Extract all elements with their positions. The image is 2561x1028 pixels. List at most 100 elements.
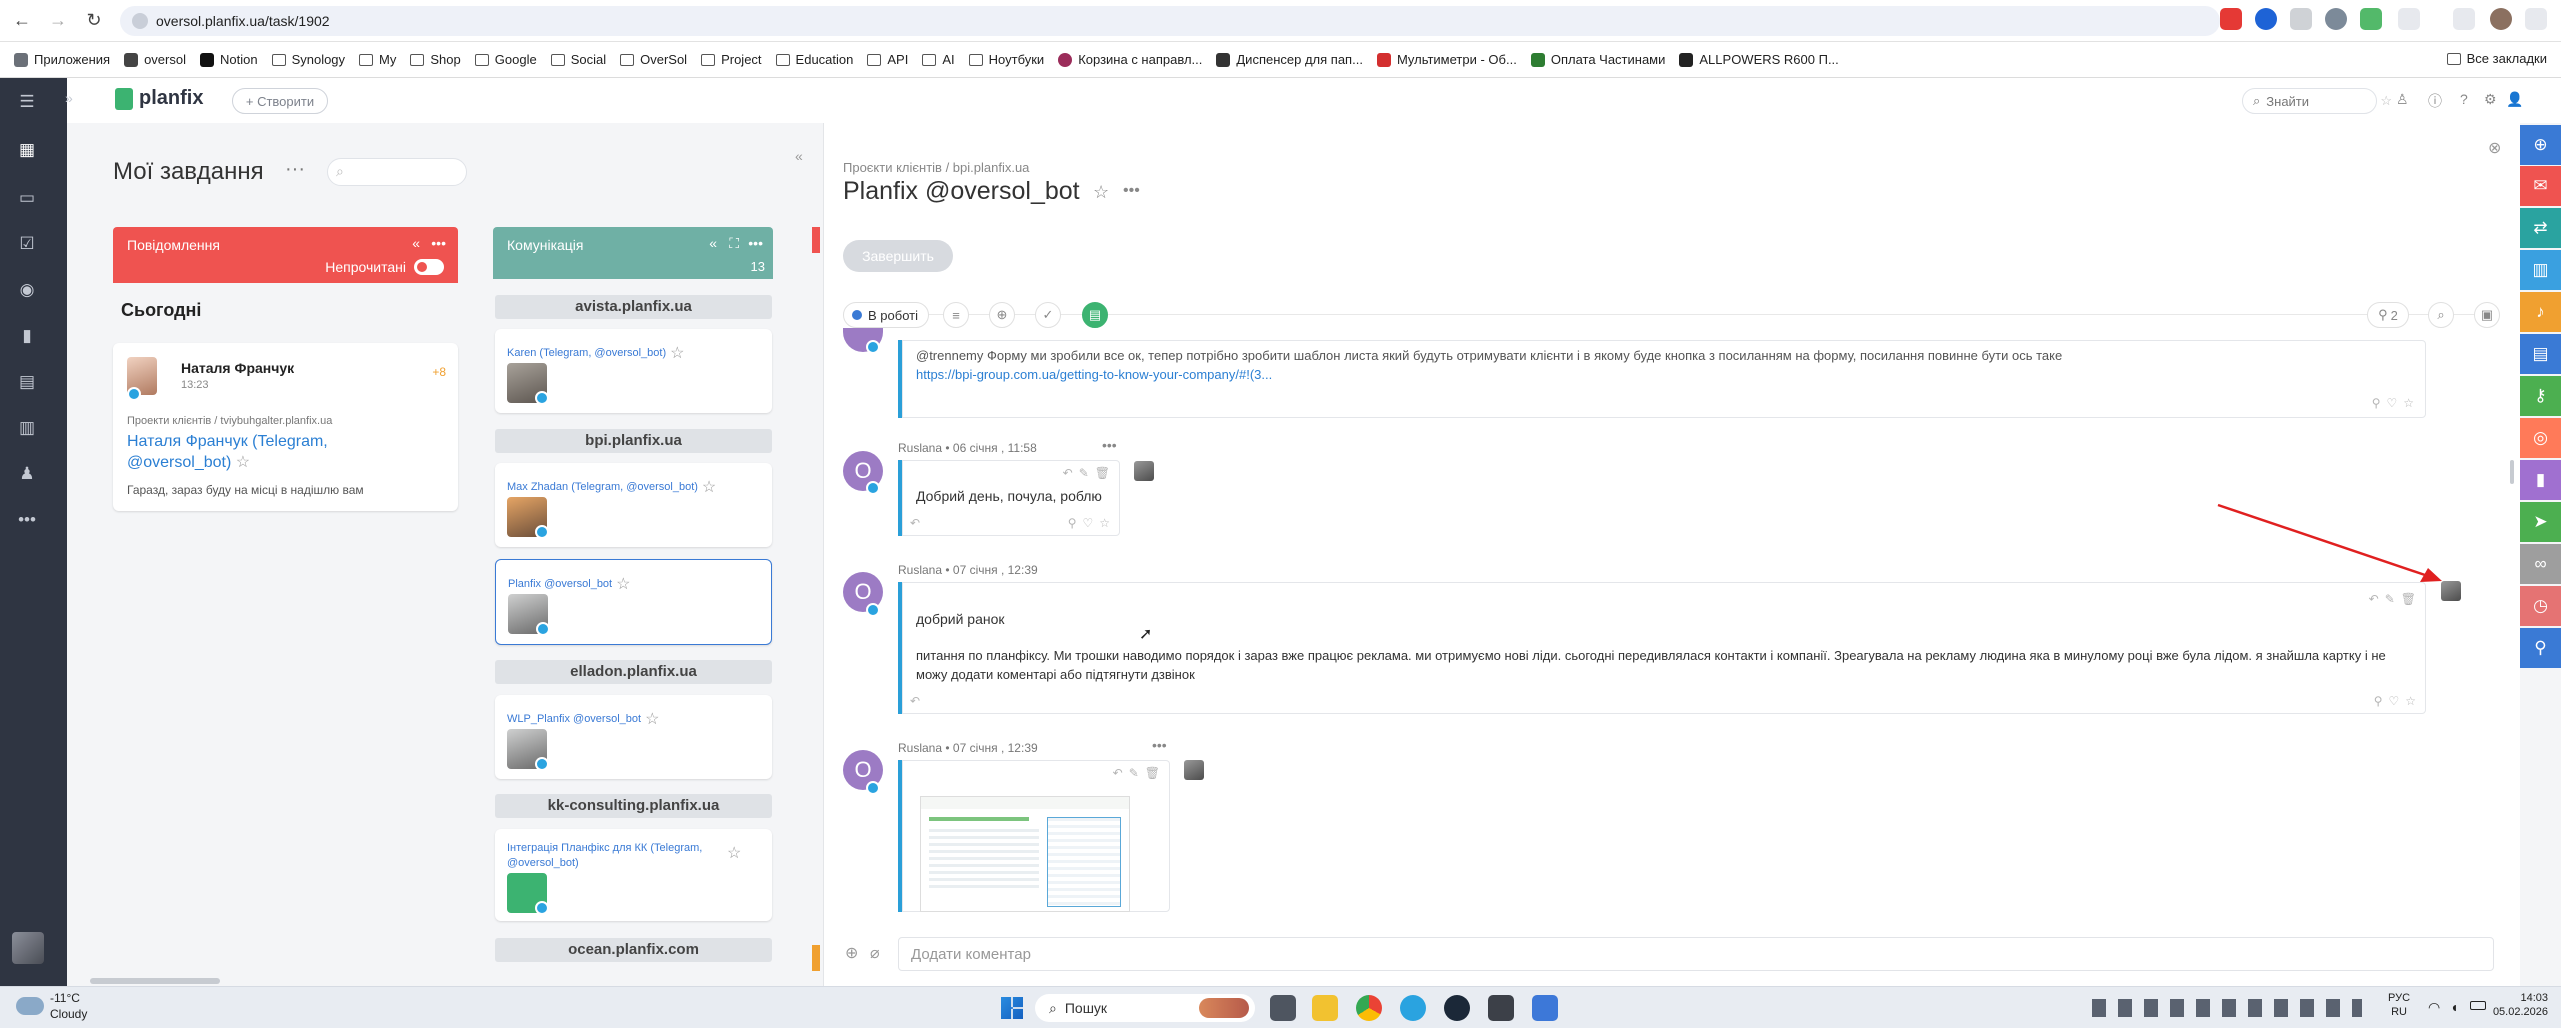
bookmark-my[interactable]: My xyxy=(359,52,396,67)
taskbar-search[interactable]: ⌕ Пошук xyxy=(1035,994,1255,1022)
fields-icon[interactable]: ⊕ xyxy=(989,302,1015,328)
inbox-icon[interactable]: ▭ xyxy=(16,188,38,208)
message-menu-icon[interactable]: ••• xyxy=(1152,737,1167,753)
unread-toggle[interactable] xyxy=(414,259,444,275)
user-icon[interactable]: ♙ xyxy=(2396,91,2409,108)
message-edit-actions[interactable]: ↶✎🗑 xyxy=(1113,766,1166,780)
tool-pin-icon[interactable]: ⚲ xyxy=(2520,628,2561,668)
chrome-icon[interactable] xyxy=(1356,995,1382,1021)
settings-icon[interactable]: ⚙ xyxy=(2484,91,2497,108)
tool-contacts-icon[interactable]: ⇄ xyxy=(2520,208,2561,248)
task-card-selected[interactable]: Planfix @oversol_bot ☆ xyxy=(495,559,772,645)
section-header[interactable]: kk-consulting.planfix.ua xyxy=(495,794,772,818)
bookmark-ai[interactable]: AI xyxy=(922,52,955,67)
browser-menu-icon[interactable] xyxy=(2525,8,2547,30)
message-actions[interactable]: ⚲♡☆ xyxy=(1068,516,1116,530)
steam-icon[interactable] xyxy=(1444,995,1470,1021)
bookmark-google[interactable]: Google xyxy=(474,52,537,67)
bookmark-multimeter[interactable]: Мультиметри - Об... xyxy=(1376,52,1517,67)
task-link[interactable]: Наталя Франчук (Telegram, @oversol_bot) … xyxy=(127,431,337,473)
tool-timer-icon[interactable]: ◷ xyxy=(2520,586,2561,626)
bookmark-education[interactable]: Education xyxy=(775,52,853,67)
comments-icon[interactable]: ▤ xyxy=(1082,302,1108,328)
profile-avatar-icon[interactable] xyxy=(2490,8,2512,30)
bookmark-synology[interactable]: Synology xyxy=(271,52,345,67)
extensions-puzzle-icon[interactable] xyxy=(2398,8,2420,30)
message-edit-actions[interactable]: ↶✎🗑 xyxy=(2369,592,2422,606)
help-icon[interactable]: ? xyxy=(2460,91,2468,107)
bookmark-cart[interactable]: Корзина с направл... xyxy=(1058,52,1202,67)
tool-task-icon[interactable]: ⊕ xyxy=(2520,125,2561,165)
task-view-icon[interactable] xyxy=(1270,995,1296,1021)
calendar-icon[interactable]: ▣ xyxy=(2474,302,2500,328)
telegram-app-icon[interactable] xyxy=(1400,995,1426,1021)
column-menu-icon[interactable]: ••• xyxy=(431,235,446,251)
all-bookmarks[interactable]: Все закладки xyxy=(2446,51,2547,66)
paperclip-icon[interactable]: ⌀ xyxy=(870,943,880,963)
bookmark-installments[interactable]: Оплата Частинами xyxy=(1530,52,1665,67)
favorite-star-icon[interactable]: ☆ xyxy=(616,574,630,594)
documents-icon[interactable]: ▤ xyxy=(16,372,38,392)
menu-icon[interactable]: ☰ xyxy=(16,92,38,112)
collapse-panel-icon[interactable]: « xyxy=(795,148,803,164)
tool-files-icon[interactable]: ▥ xyxy=(2520,250,2561,290)
collapse-column-icon[interactable]: « xyxy=(412,235,420,251)
volume-icon[interactable]: ◖ xyxy=(2450,999,2458,1015)
extension-green-icon[interactable] xyxy=(2360,8,2382,30)
battery-icon[interactable] xyxy=(2470,1001,2486,1010)
horizontal-scrollbar[interactable] xyxy=(90,978,220,984)
bookmark-dispenser[interactable]: Диспенсер для пап... xyxy=(1216,52,1363,67)
section-header[interactable]: ocean.planfix.com xyxy=(495,938,772,962)
list-icon[interactable]: ≡ xyxy=(943,302,969,328)
bookmark-laptops[interactable]: Ноутбуки xyxy=(968,52,1044,67)
language-indicator[interactable]: РУС RU xyxy=(2388,991,2410,1019)
task-card-title[interactable]: Інтеграція Планфікс для КК (Telegram, @o… xyxy=(507,841,707,871)
bookmark-oversol-folder[interactable]: OverSol xyxy=(620,52,687,67)
tool-send-icon[interactable]: ➤ xyxy=(2520,502,2561,542)
unread-filter[interactable]: Непрочитані xyxy=(325,259,444,275)
extension-globe-icon[interactable] xyxy=(2325,8,2347,30)
planfix-logo[interactable]: planfix xyxy=(115,87,203,110)
reply-icon[interactable]: ↶ xyxy=(910,516,926,530)
collapse-column-icon[interactable]: « xyxy=(709,235,717,251)
status-selector[interactable]: В роботі xyxy=(843,302,929,328)
section-header[interactable]: elladon.planfix.ua xyxy=(495,660,772,684)
favorite-star-icon[interactable]: ☆ xyxy=(702,477,716,497)
reports-icon[interactable]: ▮ xyxy=(16,326,38,346)
files-icon[interactable]: ▥ xyxy=(16,418,38,438)
team-icon[interactable]: ♟ xyxy=(16,464,38,484)
add-attachment-icon[interactable]: ⊕ xyxy=(845,943,858,963)
back-icon[interactable]: ← xyxy=(8,7,36,35)
info-icon[interactable]: ⓘ xyxy=(2428,91,2442,111)
notepad-icon[interactable] xyxy=(1532,995,1558,1021)
reply-icon[interactable]: ↶ xyxy=(910,694,926,708)
column-menu-icon[interactable]: ••• xyxy=(748,235,763,251)
message-edit-actions[interactable]: ↶✎🗑 xyxy=(1063,466,1116,480)
search-comments-icon[interactable]: ⌕ xyxy=(2428,302,2454,328)
task-card-title[interactable]: WLP_Planfix @oversol_bot xyxy=(507,713,641,725)
calculator-icon[interactable] xyxy=(1488,995,1514,1021)
explorer-icon[interactable] xyxy=(1312,995,1338,1021)
favorite-star-icon[interactable]: ☆ xyxy=(645,709,659,729)
tasks-icon[interactable]: ▦ xyxy=(16,140,38,160)
vertical-scrollbar[interactable] xyxy=(2510,460,2514,484)
message-actions[interactable]: ⚲♡☆ xyxy=(2372,396,2420,410)
user-avatar[interactable] xyxy=(12,932,44,964)
message-menu-icon[interactable]: ••• xyxy=(1102,437,1117,453)
tool-chart-icon[interactable]: ▮ xyxy=(2520,460,2561,500)
favorite-star-icon[interactable]: ☆ xyxy=(727,843,741,863)
tool-key-icon[interactable]: ⚷ xyxy=(2520,376,2561,416)
expand-sidebar-strip[interactable]: » xyxy=(55,78,73,986)
comment-input[interactable]: Додати коментар xyxy=(898,937,2494,971)
network-icon[interactable]: ◠ xyxy=(2428,999,2440,1016)
message-actions[interactable]: ⚲♡☆ xyxy=(2374,694,2422,708)
screenshot-attachment[interactable] xyxy=(920,796,1130,912)
favorite-star-icon[interactable]: ☆ xyxy=(670,343,684,363)
bookmark-allpowers[interactable]: ALLPOWERS R600 П... xyxy=(1679,52,1839,67)
close-icon[interactable]: ⊗ xyxy=(2488,138,2501,158)
expand-column-icon[interactable]: ⛶ xyxy=(729,235,739,252)
address-bar[interactable]: oversol.planfix.ua/task/1902 xyxy=(120,6,2220,36)
breadcrumb[interactable]: Проєкти клієнтів / bpi.planfix.ua xyxy=(843,160,1029,175)
site-info-icon[interactable] xyxy=(132,13,148,29)
create-button[interactable]: + Створити xyxy=(232,88,328,114)
